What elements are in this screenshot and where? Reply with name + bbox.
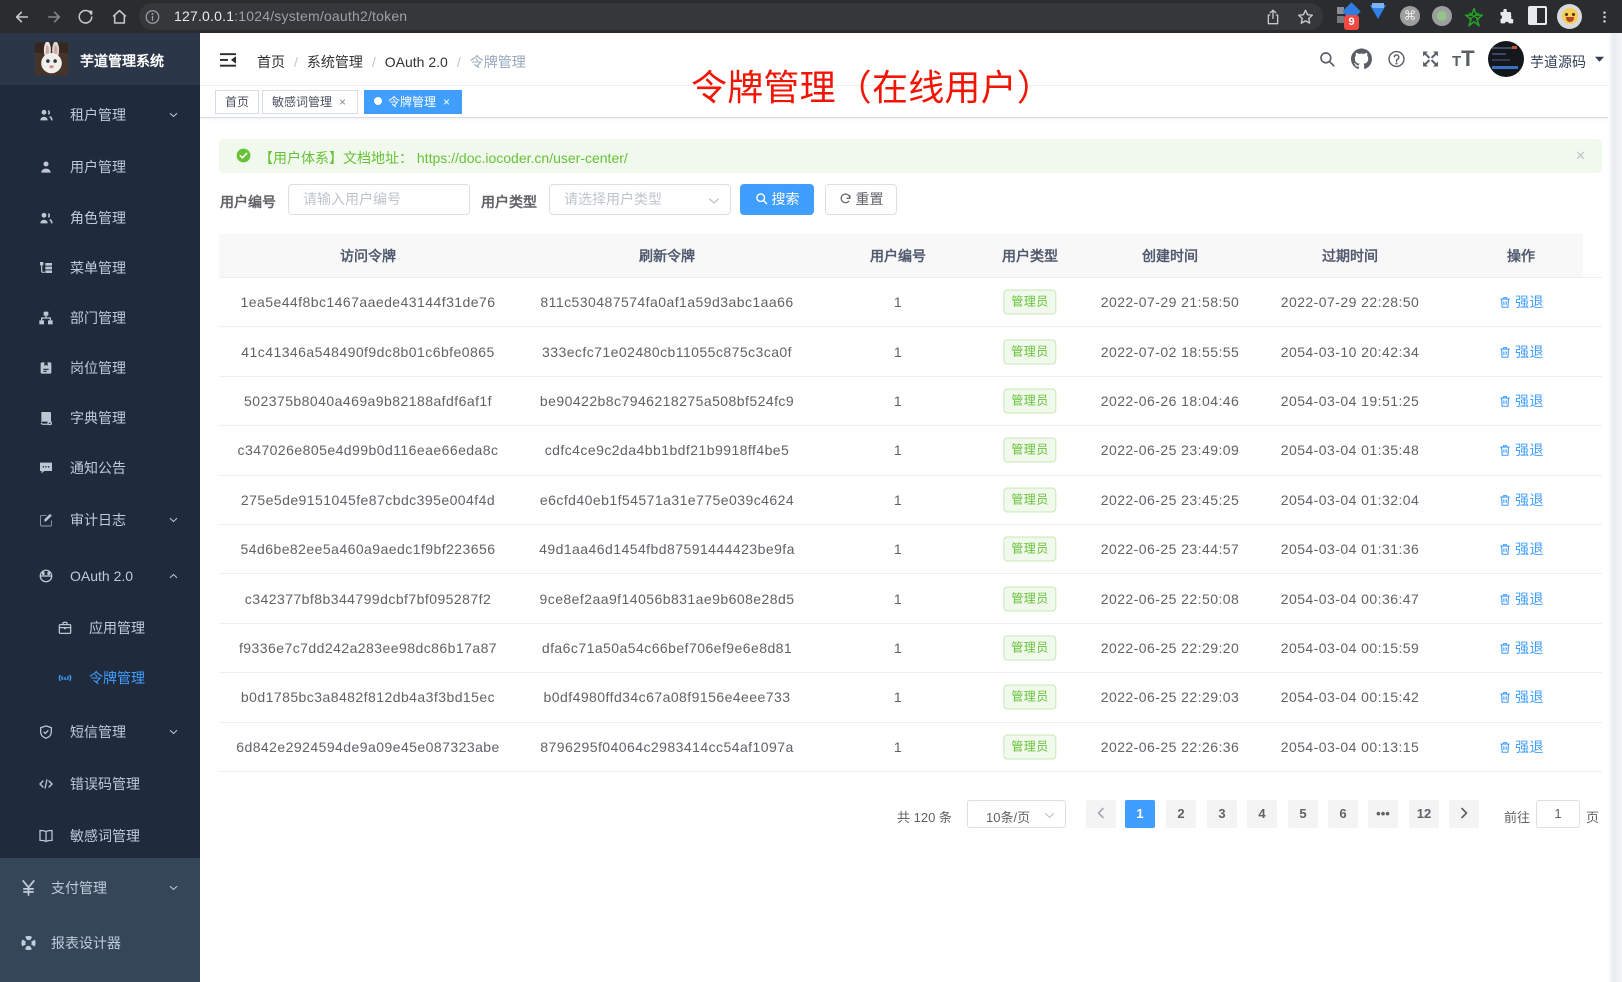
svg-text:a: a	[63, 675, 67, 681]
